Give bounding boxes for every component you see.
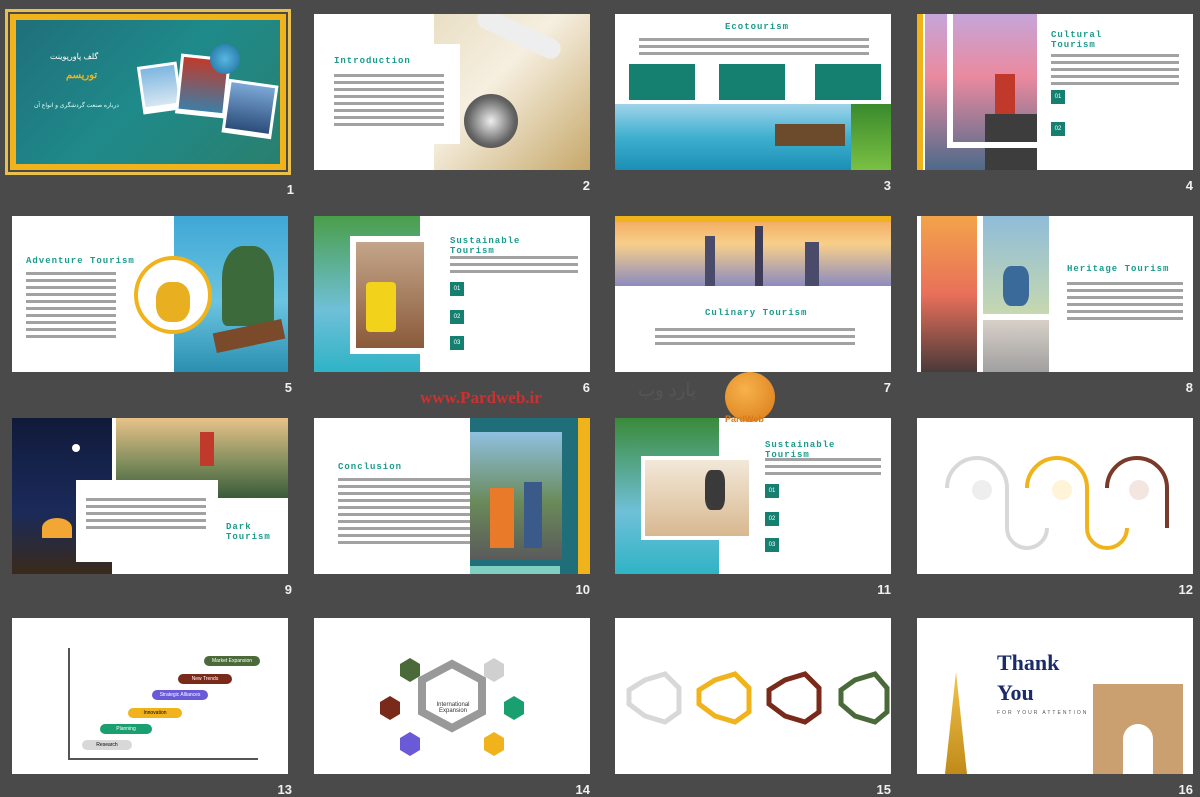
luggage-photo	[356, 242, 424, 348]
slide-thumbnail-8[interactable]: Heritage Tourism 8	[917, 216, 1193, 398]
yellow-border	[10, 14, 16, 170]
tourists-photo	[470, 432, 562, 560]
watermark: www.Pardweb.ir پارد وب PardWeb	[420, 372, 780, 434]
slide-thumbnail-15[interactable]: 15	[615, 618, 891, 797]
process-diagram	[945, 456, 1169, 550]
step-bar: New Trends	[178, 674, 232, 684]
slide-number: 8	[1185, 380, 1193, 395]
step-bar: Strategic Alliances	[152, 690, 208, 700]
slide-title: Adventure Tourism	[26, 256, 135, 266]
watermark-brand: PardWeb	[725, 414, 764, 424]
slide-number: 12	[1178, 582, 1193, 597]
watermark-url: www.Pardweb.ir	[420, 388, 542, 407]
slide-title: Cultural Tourism	[1051, 30, 1103, 50]
slide-thumbnail-10[interactable]: Conclusion 10	[314, 418, 590, 600]
arc-de-triomphe-photo	[1093, 684, 1183, 774]
slide-thumbnail-13[interactable]: Research Planning Innovation Strategic A…	[12, 618, 292, 797]
traveler-circle-photo	[134, 256, 212, 334]
list-number: 02	[1051, 122, 1065, 136]
info-box	[629, 64, 695, 100]
list-number: 02	[765, 512, 779, 526]
slide-title: Dark Tourism	[226, 522, 271, 542]
watermark-fa: پارد وب	[638, 380, 696, 400]
step-bar: Market Expansion	[204, 656, 260, 666]
list-number: 03	[765, 538, 779, 552]
yellow-border	[10, 164, 286, 170]
slide-thumbnail-12[interactable]: 12	[917, 418, 1193, 600]
slide-thumbnail-9[interactable]: Dark Tourism 9	[12, 418, 292, 600]
temple-photo	[921, 672, 991, 774]
list-number: 01	[450, 282, 464, 296]
info-box	[815, 64, 881, 100]
slide-title: Ecotourism	[725, 22, 790, 32]
city-photo	[221, 78, 279, 140]
slide-number: 1	[286, 182, 294, 197]
slide-subtitle: توریسم	[66, 70, 98, 81]
list-number: 03	[450, 336, 464, 350]
list-number: 01	[765, 484, 779, 498]
sunset-palm-photo	[921, 216, 977, 372]
globe-icon	[210, 44, 240, 74]
step-bar: Planning	[100, 724, 152, 734]
slide-thumbnail-7[interactable]: Culinary Tourism 7	[615, 216, 891, 398]
slide-thumbnail-6[interactable]: Sustainable Tourism 01 02 03 6	[314, 216, 590, 398]
slide-number: 11	[877, 582, 891, 597]
yellow-border	[280, 14, 286, 170]
hexagon-flow	[626, 671, 890, 725]
slide-desc: درباره صنعت گردشگری و انواع آن	[34, 103, 119, 109]
slide-number: 3	[883, 178, 891, 193]
slide-title: گلف پاورپوینت	[50, 52, 99, 61]
airport-photo	[645, 460, 749, 536]
slide-thumbnail-14[interactable]: International Expansion 14	[314, 618, 590, 797]
slide-thumbnail-3[interactable]: Ecotourism 3	[615, 14, 891, 196]
resort-photo	[615, 104, 891, 170]
slide-thumbnail-1[interactable]: گلف پاورپوینت توریسم درباره صنعت گردشگری…	[5, 9, 294, 197]
slide-title: Sustainable Tourism	[450, 236, 521, 256]
slide-thumbnail-16[interactable]: Thank You FOR YOUR ATTENTION 16	[917, 618, 1193, 797]
slide-title: Culinary Tourism	[705, 308, 808, 318]
slide-number: 7	[883, 380, 891, 395]
slide-thumbnail-4[interactable]: Cultural Tourism 01 02 4	[917, 14, 1193, 196]
slide-thumbnail-11[interactable]: Sustainable Tourism 01 02 03 11	[615, 418, 891, 600]
slide-number: 4	[1185, 178, 1193, 193]
slide-number: 10	[575, 582, 590, 597]
slide-title: Conclusion	[338, 462, 403, 472]
slide-title: Heritage Tourism	[1067, 264, 1170, 274]
slide-subtitle: FOR YOUR ATTENTION	[997, 710, 1089, 716]
slide-title: Introduction	[334, 56, 411, 66]
yellow-border	[917, 14, 923, 170]
sitting-photo	[983, 320, 1049, 372]
slide-number: 2	[582, 178, 590, 193]
skyline-photo	[615, 216, 891, 286]
step-bar: Innovation	[128, 708, 182, 718]
list-number: 02	[450, 310, 464, 324]
hexagon-diagram	[380, 658, 524, 756]
slide-thumbnail-5[interactable]: Adventure Tourism 5	[12, 216, 292, 398]
slide-number: 9	[284, 582, 292, 597]
slide-number: 5	[284, 380, 292, 395]
hex-center-label: International Expansion	[436, 702, 470, 714]
yellow-border	[10, 14, 286, 20]
slide-title: Sustainable Tourism	[765, 440, 836, 460]
slide-thumbnail-2[interactable]: Introduction 2	[314, 14, 590, 196]
reading-woman-photo	[983, 216, 1049, 314]
info-box	[719, 64, 785, 100]
step-bar: Research	[82, 740, 132, 750]
list-number: 01	[1051, 90, 1065, 104]
slide-title: Thank You	[997, 650, 1060, 705]
